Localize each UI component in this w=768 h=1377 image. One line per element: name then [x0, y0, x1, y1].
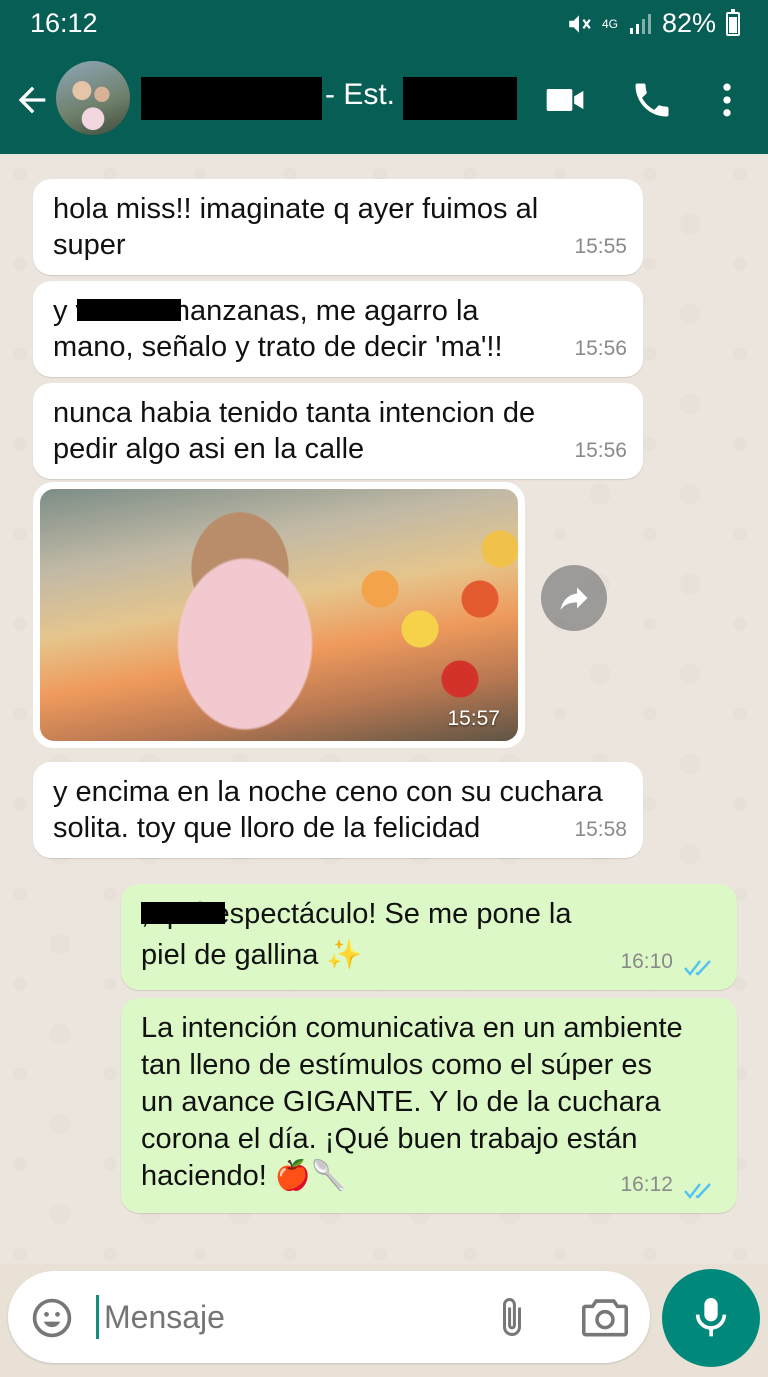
paperclip-icon[interactable] — [494, 1295, 530, 1341]
mute-icon — [569, 14, 591, 33]
back-arrow-icon[interactable] — [12, 80, 52, 120]
double-check-icon — [684, 1183, 711, 1199]
incoming-message[interactable]: y encima en la noche ceno con su cuchara… — [33, 762, 643, 858]
status-icons: 4G 82% — [566, 8, 740, 39]
message-input[interactable] — [104, 1299, 464, 1336]
contact-avatar[interactable] — [56, 61, 130, 135]
message-text: nunca habia tenido tanta intencion de pe… — [53, 395, 535, 467]
status-bar: 16:12 4G 82% — [0, 0, 768, 48]
text-cursor — [96, 1295, 99, 1339]
status-time: 16:12 — [30, 8, 98, 38]
message-composer — [8, 1271, 650, 1363]
redacted-name — [403, 77, 517, 120]
message-line: piel de gallina ✨ — [141, 939, 363, 971]
more-vertical-icon[interactable] — [705, 78, 749, 122]
signal-icon — [629, 13, 651, 34]
incoming-message[interactable]: nunca habia tenido tanta intencion de pe… — [33, 383, 643, 479]
battery-icon — [726, 8, 740, 36]
network-label: 4G — [601, 16, 618, 31]
chat-header: - Est. — [0, 48, 768, 154]
message-line: La intención comunicativa en un ambiente — [141, 1012, 683, 1044]
message-line: super — [53, 229, 126, 261]
message-line: un avance GIGANTE. Y lo de la cuchara — [141, 1086, 661, 1118]
message-line: mano, señalo y trato de decir 'ma'!! — [53, 331, 503, 363]
microphone-icon — [695, 1298, 727, 1337]
phone-icon[interactable] — [630, 78, 674, 122]
message-time: 15:55 — [574, 235, 627, 258]
voice-message-button[interactable] — [662, 1269, 760, 1367]
forward-icon — [560, 587, 588, 610]
message-line: pedir algo asi en la calle — [53, 433, 365, 465]
message-line: hola miss!! imaginate q ayer fuimos al — [53, 193, 539, 225]
forward-button[interactable] — [541, 565, 607, 631]
message-text: La intención comunicativa en un ambiente… — [141, 1010, 683, 1195]
message-time: 15:56 — [574, 337, 627, 360]
emoji-icon[interactable] — [30, 1296, 74, 1340]
message-line: solita. toy que lloro de la felicidad — [53, 812, 481, 844]
message-time: 15:58 — [574, 818, 627, 841]
message-time: 15:57 — [447, 707, 500, 730]
outgoing-message[interactable]: , qué espectáculo! Se me pone la piel de… — [121, 884, 737, 990]
video-call-icon[interactable] — [543, 78, 587, 122]
message-line: corona el día. ¡Qué buen trabajo están — [141, 1123, 638, 1155]
incoming-message[interactable]: hola miss!! imaginate q ayer fuimos al s… — [33, 179, 643, 275]
redacted-name — [77, 299, 181, 321]
message-text: y encima en la noche ceno con su cuchara… — [53, 774, 603, 846]
message-line: nunca habia tenido tanta intencion de — [53, 397, 536, 429]
outgoing-message[interactable]: La intención comunicativa en un ambiente… — [121, 998, 737, 1213]
message-line: tan lleno de estímulos como el súper es — [141, 1049, 652, 1081]
message-line: y encima en la noche ceno con su cuchara — [53, 776, 603, 808]
shared-photo[interactable]: 15:57 — [40, 489, 518, 741]
contact-name[interactable]: - Est. — [325, 78, 395, 112]
camera-icon[interactable] — [582, 1297, 628, 1337]
message-time: 16:12 — [620, 1173, 673, 1196]
message-text: hola miss!! imaginate q ayer fuimos al s… — [53, 191, 538, 263]
image-message[interactable]: 15:57 — [33, 482, 525, 748]
message-time: 16:10 — [620, 950, 673, 973]
incoming-message[interactable]: y vio las manzanas, me agarro la mano, s… — [33, 281, 643, 377]
double-check-icon — [684, 960, 711, 976]
redacted-name — [141, 77, 322, 120]
redacted-name — [141, 902, 225, 924]
message-time: 15:56 — [574, 439, 627, 462]
battery-level: 82% — [661, 8, 716, 38]
message-line: haciendo! 🍎🥄 — [141, 1160, 348, 1192]
